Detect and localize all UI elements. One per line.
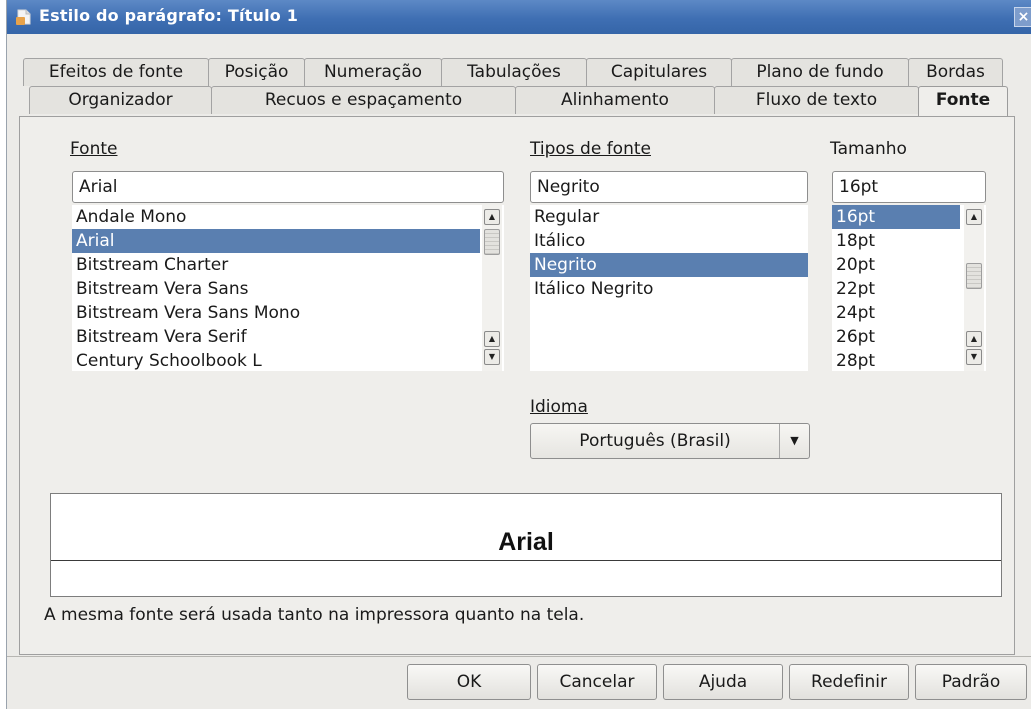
ok-button[interactable]: OK [407,664,531,700]
tab-recuos-e-espacamento[interactable]: Recuos e espaçamento [211,86,516,114]
list-item[interactable]: 26pt [832,325,960,349]
list-item[interactable]: 28pt [832,349,960,371]
preview-text: Arial [51,528,1001,557]
size-label-text: Tamanho [830,139,907,159]
preview-note: A mesma fonte será usada tanto na impres… [44,605,585,625]
list-item[interactable]: Bitstream Vera Serif [72,325,480,349]
tab-plano-de-fundo[interactable]: Plano de fundo [731,58,909,86]
list-item-selected[interactable]: 16pt [832,205,960,229]
list-item[interactable]: 22pt [832,277,960,301]
close-icon[interactable]: × [1014,7,1031,27]
font-preview: Arial [50,493,1002,597]
language-dropdown[interactable]: Português (Brasil) ▼ [530,423,810,459]
arrow-down-icon[interactable]: ▼ [484,349,500,365]
tab-alinhamento[interactable]: Alinhamento [515,86,715,114]
font-list-scrollbar[interactable]: ▲ ▲ ▼ [482,205,502,371]
tab-panel-fonte: Fonte Arial Andale Mono Arial Bitstream … [19,116,1015,655]
tab-tabulacoes[interactable]: Tabulações [441,58,587,86]
style-label-text: Tipos de fonte [530,139,651,159]
font-label-text: Fonte [70,139,118,159]
tab-fluxo-de-texto[interactable]: Fluxo de texto [714,86,919,114]
size-label: Tamanho [830,139,907,159]
title-bar[interactable]: Estilo do parágrafo: Título 1 × [7,0,1031,34]
font-name-list[interactable]: Andale Mono Arial Bitstream Charter Bits… [72,205,504,371]
reset-button[interactable]: Redefinir [789,664,909,700]
list-item[interactable]: Itálico Negrito [530,277,808,301]
list-item[interactable]: Century Schoolbook L [72,349,480,371]
list-item[interactable]: 20pt [832,253,960,277]
arrow-down-icon[interactable]: ▼ [966,349,982,365]
tab-row-1: Efeitos de fonte Posição Numeração Tabul… [23,58,1003,86]
font-size-list[interactable]: 16pt 18pt 20pt 22pt 24pt 26pt 28pt ▲ ▲ ▼ [832,205,986,371]
list-item[interactable]: Andale Mono [72,205,480,229]
tab-numeracao[interactable]: Numeração [304,58,442,86]
baseline-divider [51,560,1001,561]
language-label-text: Idioma [530,397,588,417]
arrow-up-icon[interactable]: ▲ [484,331,500,347]
scrollbar-thumb[interactable] [966,263,982,289]
language-label: Idioma [530,397,588,417]
font-name-input[interactable]: Arial [72,171,504,203]
tab-capitulares[interactable]: Capitulares [586,58,732,86]
dialog-window: Estilo do parágrafo: Título 1 × Efeitos … [6,0,1031,709]
language-value: Português (Brasil) [579,431,731,451]
tab-organizador[interactable]: Organizador [29,86,212,114]
scrollbar-thumb[interactable] [484,229,500,255]
help-button[interactable]: Ajuda [663,664,783,700]
preview-sample: Arial [494,528,558,556]
tab-efeitos-de-fonte[interactable]: Efeitos de fonte [23,58,209,86]
tab-bordas[interactable]: Bordas [908,58,1003,86]
default-button[interactable]: Padrão [915,664,1027,700]
tab-fonte[interactable]: Fonte [918,86,1008,117]
list-item[interactable]: Bitstream Vera Sans [72,277,480,301]
font-style-list[interactable]: Regular Itálico Negrito Itálico Negrito [530,205,808,371]
arrow-up-icon[interactable]: ▲ [484,209,500,225]
arrow-up-icon[interactable]: ▲ [966,331,982,347]
tab-row-2: Organizador Recuos e espaçamento Alinham… [29,86,1008,117]
size-list-scrollbar[interactable]: ▲ ▲ ▼ [964,205,984,371]
arrow-up-icon[interactable]: ▲ [966,209,982,225]
list-item-selected[interactable]: Negrito [530,253,808,277]
cancel-button[interactable]: Cancelar [537,664,657,700]
list-item[interactable]: Bitstream Vera Sans Mono [72,301,480,325]
list-item[interactable]: 24pt [832,301,960,325]
list-item[interactable]: Regular [530,205,808,229]
font-size-input[interactable]: 16pt [832,171,986,203]
window-title: Estilo do parágrafo: Título 1 [39,6,299,25]
document-icon [15,8,33,26]
style-label: Tipos de fonte [530,139,651,159]
list-item-selected[interactable]: Arial [72,229,480,253]
list-item[interactable]: Itálico [530,229,808,253]
list-item[interactable]: Bitstream Charter [72,253,480,277]
list-item[interactable]: 18pt [832,229,960,253]
button-separator [7,656,1031,657]
font-style-input[interactable]: Negrito [530,171,808,203]
font-label: Fonte [70,139,117,159]
chevron-down-icon[interactable]: ▼ [779,424,809,458]
tab-posicao[interactable]: Posição [208,58,305,86]
